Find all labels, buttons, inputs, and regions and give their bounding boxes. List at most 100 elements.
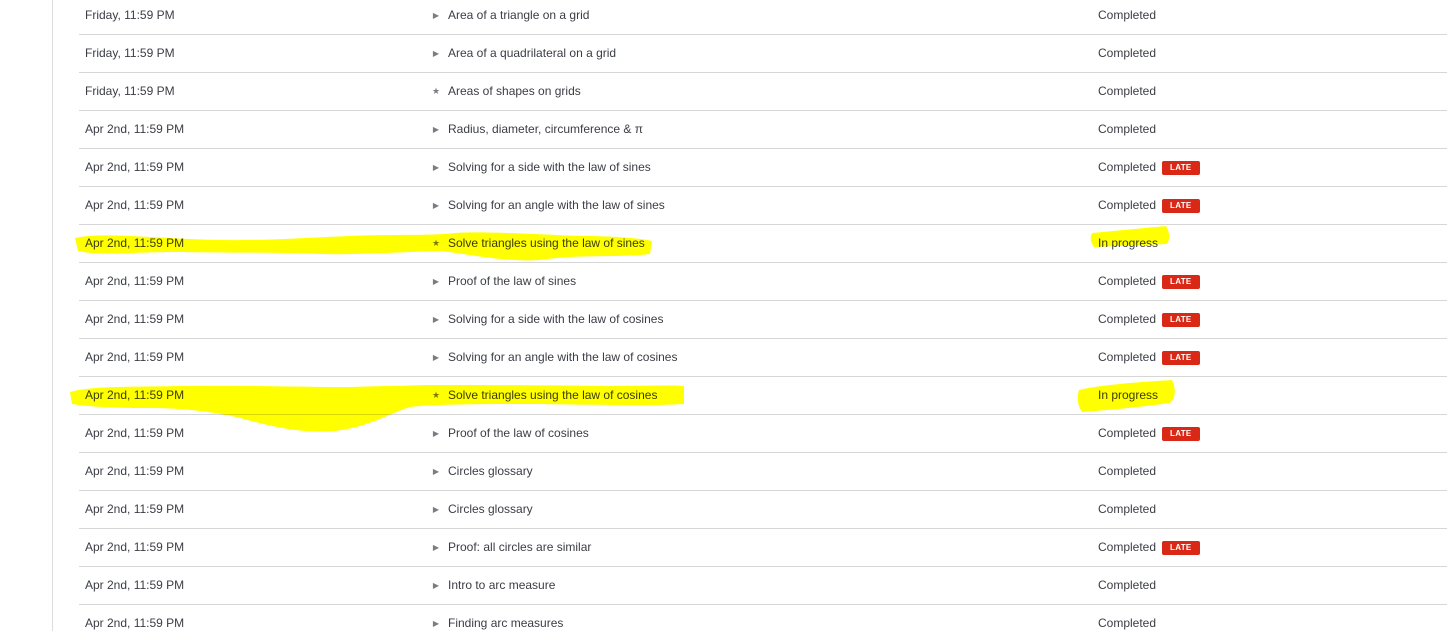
table-row[interactable]: Apr 2nd, 11:59 PM ▶ Solving for a side w… [79,149,1447,187]
due-date: Apr 2nd, 11:59 PM [85,160,185,174]
status-cell: Completed LATE [1098,149,1200,186]
play-icon: ▶ [432,467,440,476]
table-row[interactable]: Apr 2nd, 11:59 PM ▶ Solving for an angle… [79,187,1447,225]
star-icon: ★ [431,390,441,400]
table-row[interactable]: Apr 2nd, 11:59 PM ▶ Solving for a side w… [79,301,1447,339]
status-text: Completed [1098,464,1157,478]
table-row[interactable]: Friday, 11:59 PM ★ Areas of shapes on gr… [79,73,1447,111]
assignment-title-link[interactable]: Proof of the law of sines [448,263,576,300]
due-date: Apr 2nd, 11:59 PM [85,274,185,288]
status-text: Completed [1098,578,1157,592]
table-row[interactable]: Apr 2nd, 11:59 PM ▶ Solving for an angle… [79,339,1447,377]
status-cell: Completed [1098,491,1156,528]
play-icon: ▶ [432,619,440,628]
table-row[interactable]: Apr 2nd, 11:59 PM ▶ Proof: all circles a… [79,529,1447,567]
play-icon: ▶ [432,543,440,552]
assignment-title-link[interactable]: Circles glossary [448,453,533,490]
assignment-title-link[interactable]: Proof of the law of cosines [448,415,589,452]
due-date: Friday, 11:59 PM [85,46,175,60]
play-icon: ▶ [432,429,440,438]
due-date: Apr 2nd, 11:59 PM [85,616,185,630]
assignment-title-link[interactable]: Intro to arc measure [448,567,555,604]
play-icon: ▶ [432,505,440,514]
table-row[interactable]: Apr 2nd, 11:59 PM ★ Solve triangles usin… [79,225,1447,263]
due-date: Apr 2nd, 11:59 PM [85,312,185,326]
assignments-table: Friday, 11:59 PM ▶ Area of a triangle on… [79,0,1447,631]
status-cell: Completed [1098,111,1156,148]
table-row[interactable]: Apr 2nd, 11:59 PM ▶ Circles glossary Com… [79,491,1447,529]
status-text: In progress [1098,388,1159,402]
status-cell: Completed LATE [1098,415,1200,452]
due-date: Apr 2nd, 11:59 PM [85,198,185,212]
table-row[interactable]: Friday, 11:59 PM ▶ Area of a quadrilater… [79,35,1447,73]
due-date: Friday, 11:59 PM [85,84,175,98]
play-icon: ▶ [432,201,440,210]
star-icon: ★ [431,238,441,248]
due-date: Apr 2nd, 11:59 PM [85,388,185,402]
status-text: Completed [1098,122,1157,136]
table-row[interactable]: Apr 2nd, 11:59 PM ▶ Finding arc measures… [79,605,1447,631]
assignment-title-link[interactable]: Area of a quadrilateral on a grid [448,35,616,72]
assignment-title-link[interactable]: Solving for an angle with the law of sin… [448,187,665,224]
status-text: Completed [1098,46,1157,60]
due-date: Apr 2nd, 11:59 PM [85,540,185,554]
due-date: Apr 2nd, 11:59 PM [85,426,185,440]
status-text: Completed [1098,8,1157,22]
status-text: Completed [1098,502,1157,516]
assignment-title-link[interactable]: Solving for a side with the law of cosin… [448,301,663,338]
status-text: Completed [1098,616,1157,630]
due-date: Apr 2nd, 11:59 PM [85,502,185,516]
play-icon: ▶ [432,49,440,58]
assignment-title-link[interactable]: Solve triangles using the law of cosines [448,377,657,414]
due-date: Apr 2nd, 11:59 PM [85,236,185,250]
play-icon: ▶ [432,581,440,590]
table-row[interactable]: Apr 2nd, 11:59 PM ▶ Intro to arc measure… [79,567,1447,605]
assignment-title-link[interactable]: Solving for an angle with the law of cos… [448,339,677,376]
assignment-title-link[interactable]: Finding arc measures [448,605,563,631]
status-cell: Completed [1098,0,1156,34]
status-text: In progress [1098,236,1159,250]
play-icon: ▶ [432,315,440,324]
assignment-title-link[interactable]: Area of a triangle on a grid [448,0,589,34]
play-icon: ▶ [432,11,440,20]
table-row[interactable]: Apr 2nd, 11:59 PM ▶ Proof of the law of … [79,263,1447,301]
assignment-title-link[interactable]: Circles glossary [448,491,533,528]
status-text: Completed [1098,350,1157,364]
status-cell: Completed LATE [1098,339,1200,376]
due-date: Apr 2nd, 11:59 PM [85,578,185,592]
table-row[interactable]: Friday, 11:59 PM ▶ Area of a triangle on… [79,0,1447,35]
status-cell: Completed [1098,35,1156,72]
status-cell: Completed [1098,605,1156,631]
status-cell: Completed LATE [1098,301,1200,338]
status-text: Completed [1098,198,1157,212]
late-badge: LATE [1162,313,1200,327]
play-icon: ▶ [432,163,440,172]
assignment-title-link[interactable]: Proof: all circles are similar [448,529,591,566]
due-date: Apr 2nd, 11:59 PM [85,464,185,478]
late-badge: LATE [1162,351,1200,365]
assignment-title-link[interactable]: Areas of shapes on grids [448,73,581,110]
table-row[interactable]: Apr 2nd, 11:59 PM ▶ Circles glossary Com… [79,453,1447,491]
status-cell: Completed LATE [1098,529,1200,566]
status-cell: Completed LATE [1098,263,1200,300]
status-text: Completed [1098,312,1157,326]
late-badge: LATE [1162,161,1200,175]
table-row[interactable]: Apr 2nd, 11:59 PM ▶ Proof of the law of … [79,415,1447,453]
play-icon: ▶ [432,353,440,362]
status-text: Completed [1098,160,1157,174]
due-date: Apr 2nd, 11:59 PM [85,122,185,136]
assignment-title-link[interactable]: Solving for a side with the law of sines [448,149,651,186]
assignment-title-link[interactable]: Solve triangles using the law of sines [448,225,645,262]
table-row[interactable]: Apr 2nd, 11:59 PM ▶ Radius, diameter, ci… [79,111,1447,149]
late-badge: LATE [1162,275,1200,289]
status-cell: Completed [1098,453,1156,490]
table-row[interactable]: Apr 2nd, 11:59 PM ★ Solve triangles usin… [79,377,1447,415]
status-cell: Completed LATE [1098,187,1200,224]
due-date: Friday, 11:59 PM [85,8,175,22]
assignment-title-link[interactable]: Radius, diameter, circumference & π [448,111,643,148]
status-cell: In progress [1098,225,1158,262]
status-cell: In progress [1098,377,1158,414]
sidebar-divider [52,0,53,631]
status-cell: Completed [1098,567,1156,604]
status-text: Completed [1098,540,1157,554]
